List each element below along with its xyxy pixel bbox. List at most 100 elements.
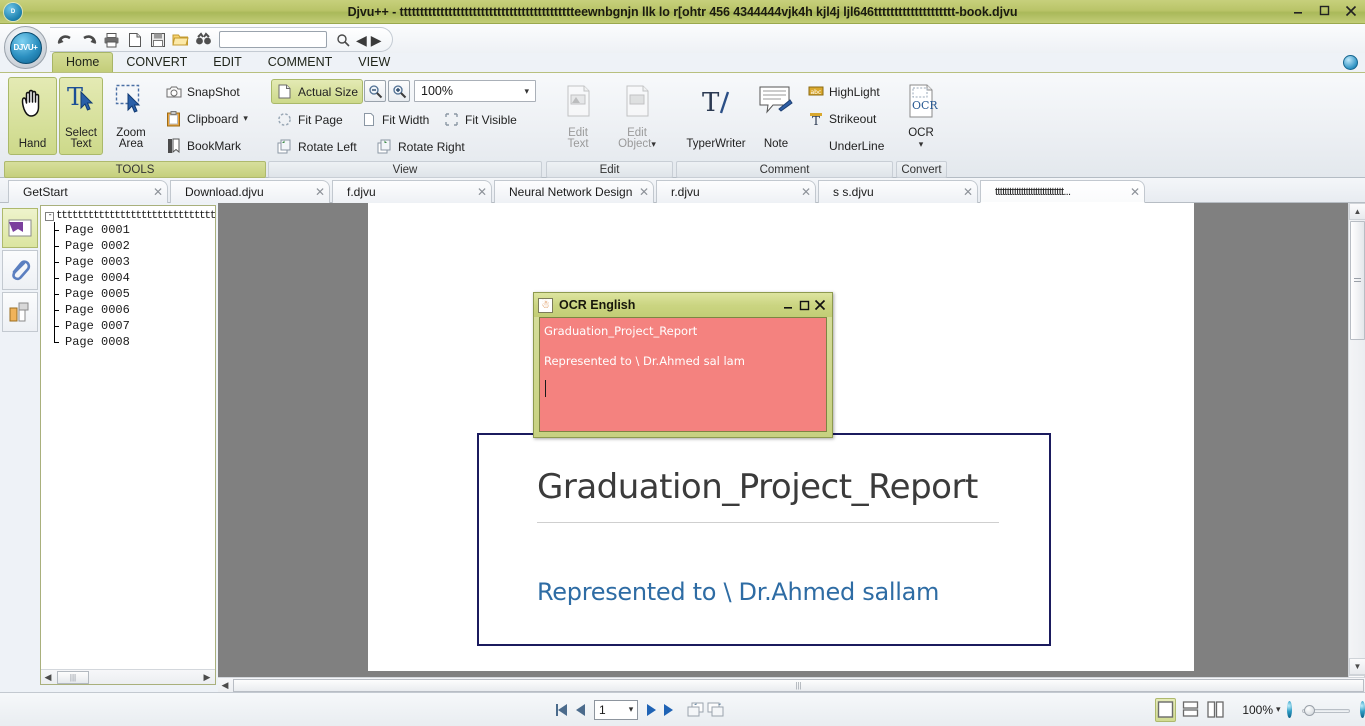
doc-tab-neural-network-design[interactable]: Neural Network Design ... ✕ [494,180,654,203]
ocr-close-button[interactable] [812,297,828,313]
redo-icon[interactable] [79,30,98,49]
find-binoculars-icon[interactable] [194,30,213,49]
fit-width-button[interactable]: Fit Width [355,107,434,132]
actual-size-button[interactable]: Actual Size [271,79,364,104]
doc-tab-r[interactable]: r.djvu ✕ [656,180,816,203]
rotate-right-button[interactable]: Rotate Right [371,134,470,159]
tree-page-item[interactable]: Page 0004 [45,270,215,286]
scroll-left-arrow-icon[interactable]: ◀ [218,678,232,692]
close-icon[interactable]: ✕ [477,185,487,199]
thumbnails-panel-icon[interactable] [2,292,38,332]
doc-tab-s-s[interactable]: s s.djvu ✕ [818,180,978,203]
help-icon[interactable] [1343,55,1358,70]
print-icon[interactable] [102,30,121,49]
next-view-button[interactable] [706,699,726,721]
fit-page-button[interactable]: Fit Page [271,107,348,132]
doc-tab-active[interactable]: ttttttttttttttttttttttttttttt... ✕ [980,180,1145,203]
open-folder-icon[interactable] [171,30,190,49]
zoom-in-button[interactable] [388,80,410,102]
status-zoom-level[interactable]: 100% ▾ [1242,703,1280,717]
zoom-in-globe-icon[interactable] [1359,701,1365,718]
zoom-slider-thumb[interactable] [1303,704,1315,716]
edit-object-button[interactable]: Edit Object▾ [608,77,666,155]
chevron-down-icon[interactable]: ▾ [1276,704,1281,715]
search-next-button[interactable]: ▶ [371,33,382,47]
single-page-view-button[interactable] [1155,697,1177,722]
vscrollbar-thumb[interactable] [1350,221,1365,340]
ocr-maximize-button[interactable] [796,297,812,313]
fit-visible-button[interactable]: Fit Visible [438,107,522,132]
rotate-left-button[interactable]: Rotate Left [271,134,362,159]
note-button[interactable]: Note [754,77,798,155]
save-icon[interactable] [148,30,167,49]
zoom-area-tool-button[interactable]: Zoom Area [105,77,157,155]
tree-page-item[interactable]: Page 0007 [45,318,215,334]
bookmark-button[interactable]: BookMark [160,133,246,158]
highlight-button[interactable]: abc HighLight [802,79,885,104]
doc-tab-f[interactable]: f.djvu ✕ [332,180,492,203]
tree-page-item[interactable]: Page 0006 [45,302,215,318]
minimize-button[interactable] [1290,2,1307,19]
close-button[interactable] [1342,2,1359,19]
scroll-left-arrow-icon[interactable]: ◀ [41,670,55,684]
tree-root-node[interactable]: - tttttttttttttttttttttttttttttttttttttt… [45,210,215,222]
ribbon-tab-home[interactable]: Home [52,52,114,72]
scroll-down-arrow-icon[interactable]: ▼ [1349,658,1365,675]
ocr-text-area[interactable]: Graduation_Project_Report Represented to… [539,317,827,432]
page-number-select[interactable]: 1 ▾ [594,699,639,720]
ocr-button[interactable]: OCR OCR ▾ [898,77,944,155]
clipboard-button[interactable]: Clipboard ▾ [160,106,253,131]
chevron-down-icon[interactable]: ▾ [651,139,656,149]
close-icon[interactable]: ✕ [801,185,811,199]
hand-tool-button[interactable]: Hand [8,77,57,155]
attachments-panel-icon[interactable] [2,250,38,290]
ribbon-tab-edit[interactable]: EDIT [200,53,254,72]
chevron-down-icon[interactable]: ▾ [524,86,529,97]
ocr-dialog[interactable]: ☃ OCR English Graduation_Project_Report … [533,292,833,438]
doc-tab-getstart[interactable]: GetStart ✕ [8,180,168,203]
tree-page-item[interactable]: Page 0001 [45,222,215,238]
facing-page-view-button[interactable] [1205,698,1226,722]
tree-page-item[interactable]: Page 0008 [45,334,215,350]
snapshot-button[interactable]: SnapShot [160,79,245,104]
doc-tab-download[interactable]: Download.djvu ✕ [170,180,330,203]
continuous-view-button[interactable] [1180,698,1201,722]
select-text-tool-button[interactable]: T Select Text [59,77,103,155]
close-icon[interactable]: ✕ [315,185,325,199]
document-viewer[interactable]: Graduation_Project_Report Represented to… [218,203,1365,692]
zoom-out-button[interactable] [364,80,386,102]
search-icon[interactable] [333,30,352,49]
next-page-button[interactable] [642,699,660,721]
close-icon[interactable]: ✕ [639,185,649,199]
bookmark-panel-hscrollbar[interactable]: ◀ ||| ▶ [41,669,215,684]
previous-view-button[interactable] [686,699,706,721]
scroll-up-arrow-icon[interactable]: ▲ [1349,203,1365,220]
last-page-button[interactable] [660,699,678,721]
first-page-button[interactable] [554,699,572,721]
ribbon-tab-convert[interactable]: CONVERT [113,53,200,72]
close-icon[interactable]: ✕ [963,185,973,199]
zoom-slider[interactable] [1301,702,1350,718]
ocr-minimize-button[interactable] [780,297,796,313]
tree-expander-icon[interactable]: - [45,211,54,221]
typerwriter-button[interactable]: T TyperWriter [680,77,752,155]
tree-page-item[interactable]: Page 0005 [45,286,215,302]
ocr-dialog-titlebar[interactable]: ☃ OCR English [534,293,832,317]
new-document-icon[interactable] [125,30,144,49]
tree-page-item[interactable]: Page 0002 [45,238,215,254]
close-icon[interactable]: ✕ [1130,185,1140,199]
zoom-out-globe-icon[interactable] [1286,701,1292,718]
page-tree[interactable]: - tttttttttttttttttttttttttttttttttttttt… [41,206,215,668]
ribbon-tab-view[interactable]: VIEW [345,53,403,72]
close-icon[interactable]: ✕ [153,185,163,199]
chevron-down-icon[interactable]: ▾ [919,139,924,149]
prev-page-button[interactable] [572,699,590,721]
scrollbar-thumb[interactable]: ||| [57,670,89,684]
undo-icon[interactable] [56,30,75,49]
ribbon-tab-comment[interactable]: COMMENT [255,53,346,72]
chevron-down-icon[interactable]: ▾ [629,704,634,715]
zoom-level-select[interactable]: 100% ▾ [414,80,536,102]
chevron-down-icon[interactable]: ▾ [243,113,248,124]
search-input[interactable] [219,31,327,48]
scroll-right-arrow-icon[interactable]: ▶ [200,670,214,684]
